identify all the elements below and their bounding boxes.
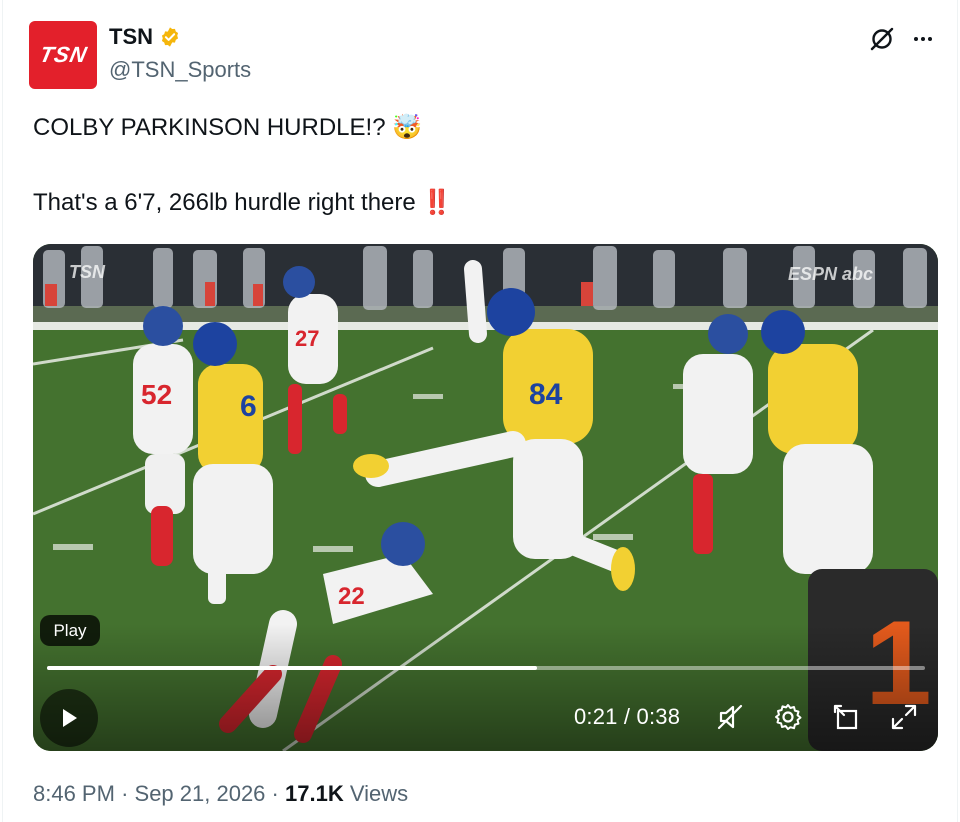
avatar-logo: TSN bbox=[36, 42, 90, 67]
video-time: 0:21 / 0:38 bbox=[574, 704, 681, 729]
author-name-row[interactable]: TSN bbox=[109, 24, 181, 50]
video-frame: 52 27 6 84 22 TSN ESPN abc bbox=[33, 244, 938, 751]
ellipsis-icon[interactable] bbox=[908, 26, 938, 52]
video-player[interactable]: 52 27 6 84 22 TSN ESPN abc bbox=[33, 244, 938, 751]
author-handle[interactable]: @TSN_Sports bbox=[109, 57, 251, 83]
avatar[interactable]: TSN bbox=[29, 21, 97, 89]
play-badge[interactable]: Play bbox=[40, 615, 100, 646]
views-count: 17.1K bbox=[285, 781, 344, 806]
views-label: Views bbox=[349, 781, 409, 806]
video-progress-fill bbox=[47, 666, 537, 670]
play-icon bbox=[63, 709, 77, 727]
tweet-text-line-1: COLBY PARKINSON HURDLE!? 🤯 bbox=[33, 114, 423, 141]
settings-icon[interactable] bbox=[773, 702, 803, 732]
tweet-meta: 8:46 PM · Sep 21, 2026 · 17.1K Views bbox=[33, 781, 408, 807]
display-name[interactable]: TSN bbox=[109, 24, 153, 50]
svg-text:52: 52 bbox=[141, 379, 172, 410]
grok-slash-icon[interactable] bbox=[869, 26, 895, 52]
svg-text:27: 27 bbox=[295, 326, 319, 351]
tsn-watermark: TSN bbox=[69, 262, 106, 282]
video-progress-bar[interactable] bbox=[47, 666, 925, 670]
play-button[interactable] bbox=[40, 689, 98, 747]
separator-dot: · bbox=[271, 781, 285, 806]
pip-icon[interactable] bbox=[832, 702, 862, 732]
espn-abc-watermark: ESPN abc bbox=[788, 264, 873, 284]
mute-icon[interactable] bbox=[715, 702, 745, 732]
separator-dot: · bbox=[121, 781, 135, 806]
svg-text:22: 22 bbox=[338, 583, 365, 610]
svg-text:6: 6 bbox=[240, 390, 257, 423]
svg-text:84: 84 bbox=[529, 378, 563, 411]
tweet-time[interactable]: 8:46 PM bbox=[33, 781, 115, 806]
tweet-text-line-2: That's a 6'7, 266lb hurdle right there ‼… bbox=[33, 189, 453, 216]
verified-badge-icon[interactable] bbox=[159, 26, 181, 48]
tweet-date[interactable]: Sep 21, 2026 bbox=[135, 781, 266, 806]
tweet-card[interactable]: TSN TSN @TSN_Sports COLBY PARKINSON HURD… bbox=[2, 0, 958, 822]
fullscreen-icon[interactable] bbox=[889, 702, 919, 732]
